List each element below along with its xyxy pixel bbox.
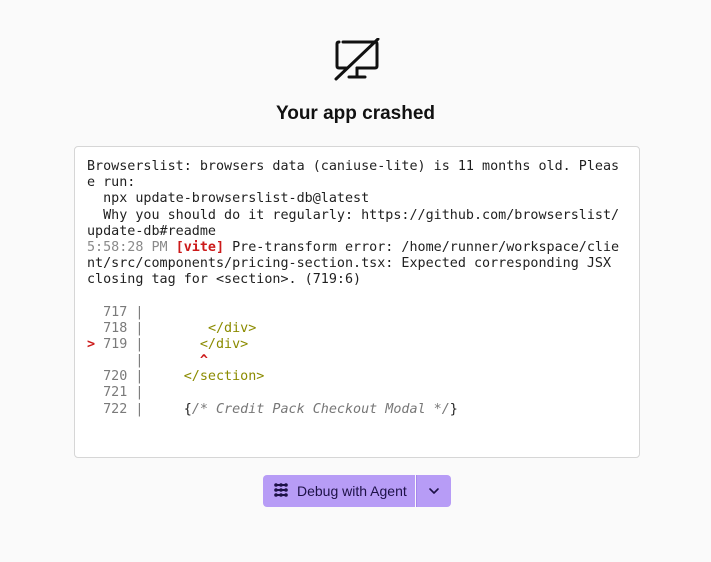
page-title: Your app crashed bbox=[275, 103, 436, 124]
log-line: e run: bbox=[87, 175, 136, 191]
code-line: 718 | </div> bbox=[103, 320, 257, 336]
debug-button-group: Debug with Agent bbox=[263, 475, 451, 507]
code-frame: 717 | 718 | </div> > 719 | </div> | ^ 720… bbox=[87, 305, 627, 418]
monitor-off-icon bbox=[333, 37, 381, 82]
timestamp: 5:58:28 PM bbox=[87, 239, 168, 255]
log-line: Why you should do it regularly: https://… bbox=[87, 207, 620, 223]
code-line: 717 | bbox=[103, 304, 144, 320]
error-log: Browserslist: browsers data (caniuse-lit… bbox=[74, 146, 640, 458]
log-line: update-db#readme bbox=[87, 223, 216, 239]
log-line: npx update-browserslist-db@latest bbox=[87, 191, 370, 207]
debug-options-dropdown[interactable] bbox=[416, 475, 451, 507]
error-marker: > bbox=[87, 336, 96, 352]
error-line: nt/src/components/pricing-section.tsx: E… bbox=[87, 256, 612, 272]
vite-tag: [vite] bbox=[175, 239, 225, 255]
caret-line: | ^ bbox=[87, 353, 208, 369]
code-line: 720 | </section> bbox=[103, 369, 265, 385]
log-line: Browserslist: browsers data (caniuse-lit… bbox=[87, 159, 620, 174]
error-line: 5:58:28 PM [vite] Pre-transform error: /… bbox=[87, 240, 627, 256]
error-message: Pre-transform error: /home/runner/worksp… bbox=[224, 239, 620, 255]
error-line: closing tag for <section>. (719:6) bbox=[87, 272, 362, 288]
agent-icon bbox=[273, 482, 289, 501]
debug-button-label: Debug with Agent bbox=[297, 483, 407, 499]
code-line-error: > 719 | </div> bbox=[87, 336, 249, 352]
chevron-down-icon bbox=[428, 482, 440, 500]
code-line: 722 | {/* Credit Pack Checkout Modal */} bbox=[103, 401, 458, 417]
debug-with-agent-button[interactable]: Debug with Agent bbox=[263, 475, 415, 507]
error-caret: ^ bbox=[199, 353, 208, 369]
code-line: 721 | bbox=[103, 385, 144, 401]
